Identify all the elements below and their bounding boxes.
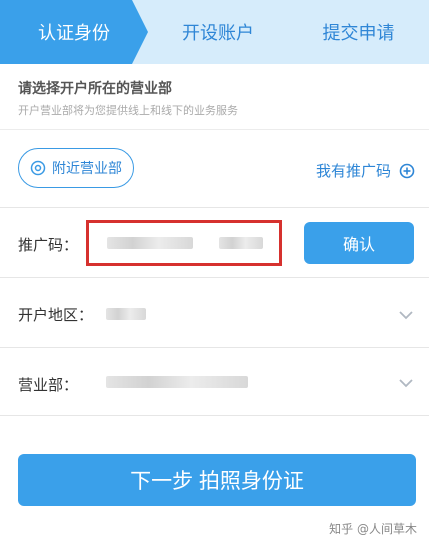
branch-select-row[interactable]: 营业部：: [0, 348, 429, 416]
step-progress-bar: 认证身份 开设账户 提交申请: [0, 0, 429, 64]
next-step-button[interactable]: 下一步 拍照身份证: [18, 454, 416, 506]
promo-code-label: 推广码：: [18, 236, 79, 254]
step-verify-identity: 认证身份: [0, 0, 148, 64]
branch-finder-row: 附近营业部 我有推广码: [0, 130, 429, 208]
step-label: 认证身份: [38, 23, 110, 44]
step-label: 提交申请: [322, 23, 395, 44]
redacted-text: [107, 237, 193, 249]
step-submit-application: 提交申请: [288, 0, 429, 64]
promo-code-row: 推广码： 确认: [0, 208, 429, 278]
step-label: 开设账户: [182, 23, 254, 44]
branch-label: 营业部：: [18, 376, 79, 394]
confirm-button[interactable]: 确认: [304, 222, 414, 264]
region-select-row[interactable]: 开户地区：: [0, 278, 429, 348]
section-title: 请选择开户所在的营业部: [18, 81, 172, 97]
chevron-down-icon: [399, 379, 413, 388]
promo-code-input[interactable]: [86, 220, 282, 266]
have-promo-code-label: 我有推广码: [315, 162, 391, 180]
region-label: 开户地区：: [18, 306, 94, 324]
nearby-branch-button[interactable]: 附近营业部: [18, 148, 134, 188]
nearby-branch-label: 附近营业部: [52, 160, 122, 176]
have-promo-code-link[interactable]: 我有推广码: [316, 160, 415, 181]
location-pin-icon: [30, 160, 46, 176]
chevron-down-icon: [399, 311, 413, 320]
section-header: 请选择开户所在的营业部 开户营业部将为您提供线上和线下的业务服务: [0, 64, 429, 130]
redacted-text: [106, 376, 248, 388]
step-open-account: 开设账户: [148, 0, 288, 64]
plus-circle-icon: [399, 163, 415, 178]
redacted-text: [219, 237, 263, 249]
redacted-text: [106, 308, 146, 320]
watermark: 知乎 @人间草木: [329, 522, 417, 536]
section-subtitle: 开户营业部将为您提供线上和线下的业务服务: [18, 104, 238, 117]
